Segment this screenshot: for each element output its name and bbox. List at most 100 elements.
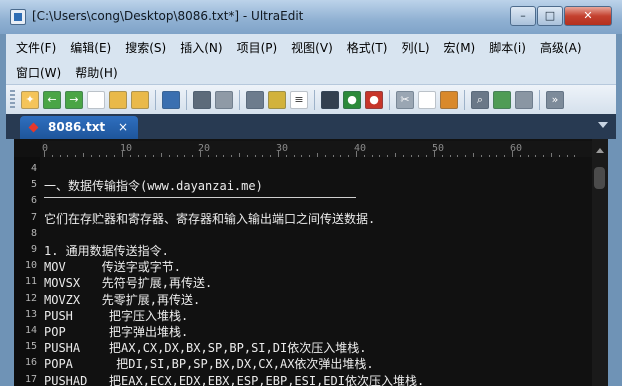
text-line[interactable]: MOVSX 先符号扩展,再传送.: [44, 274, 212, 291]
line-number: 17: [24, 373, 37, 385]
text-line[interactable]: PUSHA 把AX,CX,DX,BX,SP,BP,SI,DI依次压入堆栈.: [44, 339, 366, 356]
scroll-thumb[interactable]: [594, 167, 605, 189]
ruler-label: 50: [432, 143, 445, 154]
line-number: 15: [24, 341, 37, 353]
menu-item-8-row1[interactable]: 列(L): [394, 39, 436, 56]
more-icon[interactable]: »: [546, 91, 564, 109]
line-number-gutter: 4 5 6 7 8 9 10 11 12 13 14 15 16 17: [14, 157, 40, 386]
ruler-tick: [551, 153, 552, 157]
text-line[interactable]: 1. 通用数据传送指令.: [44, 242, 169, 259]
heading-underline: [44, 197, 356, 199]
ruler-tick: [137, 155, 139, 157]
ruler-tick: [473, 153, 474, 157]
column-mode-icon[interactable]: [268, 91, 286, 109]
ruler-label: 30: [276, 143, 289, 154]
toolbar-grip[interactable]: [10, 90, 15, 110]
text-line[interactable]: 一、数据传输指令(www.dayanzai.me): [44, 177, 263, 194]
tab-8086-txt[interactable]: 8086.txt ×: [20, 116, 138, 139]
text-line[interactable]: POP 把字弹出堆栈.: [44, 323, 188, 340]
menu-item-6-row1[interactable]: 视图(V): [284, 39, 340, 56]
ruler-tick: [184, 155, 186, 157]
ruler-tick: [519, 155, 521, 157]
cut-icon[interactable]: ✂: [396, 91, 414, 109]
find-in-files-icon[interactable]: [515, 91, 533, 109]
text-line[interactable]: 它们在存贮器和寄存器、寄存器和输入输出端口之间传送数据.: [44, 210, 375, 227]
text-line[interactable]: MOVZX 先零扩展,再传送.: [44, 291, 200, 308]
ruler-tick: [67, 155, 69, 157]
compile-icon[interactable]: ●: [343, 91, 361, 109]
print-preview-icon[interactable]: [215, 91, 233, 109]
minimize-button[interactable]: –: [510, 6, 536, 26]
ruler-tick: [332, 155, 334, 157]
paste-icon[interactable]: [440, 91, 458, 109]
tab-close-button[interactable]: ×: [118, 120, 128, 134]
toolbar-separator: [539, 90, 540, 110]
ruler-tick: [176, 155, 178, 157]
menu-item-5-row1[interactable]: 项目(P): [230, 39, 285, 56]
ruler-tick: [207, 155, 209, 157]
ruler-tick: [270, 155, 272, 157]
ruler-tick: [418, 155, 420, 157]
save-icon[interactable]: [162, 91, 180, 109]
menu-item-4-row1[interactable]: 插入(N): [173, 39, 229, 56]
editor-pane[interactable]: 0 10 20 30 40 50 60 4 5 6 7 8 9 10 11 12 13 14 15 16 17 一、数…: [14, 139, 608, 386]
scroll-up-icon[interactable]: [596, 148, 604, 153]
menu-item-9-row1[interactable]: 宏(M): [437, 39, 483, 56]
dark-theme-icon[interactable]: [321, 91, 339, 109]
ruler-tick: [324, 155, 326, 157]
replace-icon[interactable]: [493, 91, 511, 109]
ruler-tick: [449, 155, 451, 157]
copy-icon[interactable]: [418, 91, 436, 109]
ruler-label: 20: [198, 143, 211, 154]
menu-item-3-row1[interactable]: 搜索(S): [118, 39, 173, 56]
ruler-tick: [379, 155, 381, 157]
line-number: 10: [24, 260, 37, 272]
menu-item-1-row2[interactable]: 窗口(W): [6, 64, 68, 81]
maximize-button[interactable]: □: [537, 6, 563, 26]
ruler-tick: [574, 155, 576, 157]
toolbar-separator: [464, 90, 465, 110]
vertical-scrollbar[interactable]: [592, 139, 608, 386]
back-icon[interactable]: ←: [43, 91, 61, 109]
menu-item-1-row1[interactable]: 文件(F): [6, 39, 63, 56]
ruler-tick: [223, 155, 225, 157]
menu-item-2-row2[interactable]: 帮助(H): [68, 64, 124, 81]
text-line[interactable]: PUSH 把字压入堆栈.: [44, 307, 188, 324]
forward-icon[interactable]: →: [65, 91, 83, 109]
ruler-tick: [114, 155, 116, 157]
ruler-tick: [231, 155, 233, 157]
close-button[interactable]: ✕: [564, 6, 612, 26]
browser-icon[interactable]: ●: [365, 91, 383, 109]
line-number: 8: [30, 227, 37, 239]
new-file-icon[interactable]: ✦: [21, 91, 39, 109]
ruler-tick: [363, 155, 365, 157]
ruler-tick: [371, 155, 373, 157]
open-folder-icon[interactable]: [109, 91, 127, 109]
menu-item-11-row1[interactable]: 高级(A): [533, 39, 589, 56]
menu-item-2-row1[interactable]: 编辑(E): [63, 39, 118, 56]
ruler-label: 0: [42, 143, 49, 154]
menu-item-10-row1[interactable]: 脚本(i): [482, 39, 533, 56]
ruler-tick: [83, 153, 84, 157]
print-icon[interactable]: [193, 91, 211, 109]
text-line[interactable]: PUSHAD 把EAX,ECX,EDX,EBX,ESP,EBP,ESI,EDI依…: [44, 372, 424, 386]
ruler-tick: [488, 155, 490, 157]
ruler-tick: [426, 155, 428, 157]
ruler-tick: [465, 155, 467, 157]
ruler-label: 40: [354, 143, 367, 154]
find-icon[interactable]: ⌕: [471, 91, 489, 109]
ruler-tick: [410, 155, 412, 157]
menu-row-2: 窗口(W) 帮助(H): [6, 60, 125, 84]
menu-item-7-row1[interactable]: 格式(T): [340, 39, 395, 56]
ruler-tick: [480, 155, 482, 157]
tab-list-dropdown-icon[interactable]: [598, 122, 608, 128]
ruler-tick: [457, 155, 459, 157]
text-line[interactable]: POPA 把DI,SI,BP,SP,BX,DX,CX,AX依次弹出堆栈.: [44, 355, 374, 372]
blank-page-icon[interactable]: [87, 91, 105, 109]
text-line[interactable]: MOV 传送字或字节.: [44, 258, 181, 275]
toolbar-separator: [314, 90, 315, 110]
open-folder-2-icon[interactable]: [131, 91, 149, 109]
word-wrap-icon[interactable]: ≡: [290, 91, 308, 109]
ruler-tick: [309, 155, 311, 157]
ftp-icon[interactable]: [246, 91, 264, 109]
